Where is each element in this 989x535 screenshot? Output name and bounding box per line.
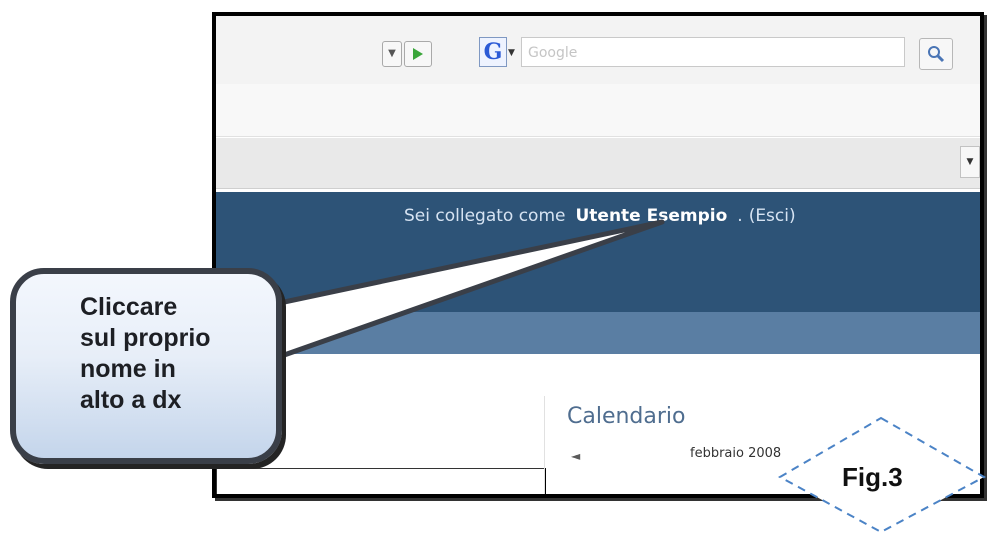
callout-line: sul proprio — [80, 324, 211, 352]
callout-text: Cliccare sul proprio nome in alto a dx — [80, 292, 260, 416]
callout-line: nome in — [80, 355, 176, 383]
screenshot-figure: ▼ G ▼ Google ▼ Sei collegato come Utente… — [0, 0, 989, 535]
figure-label: Fig.3 — [842, 462, 903, 492]
callout-line: Cliccare — [80, 293, 178, 321]
callout-line: alto a dx — [80, 386, 182, 414]
